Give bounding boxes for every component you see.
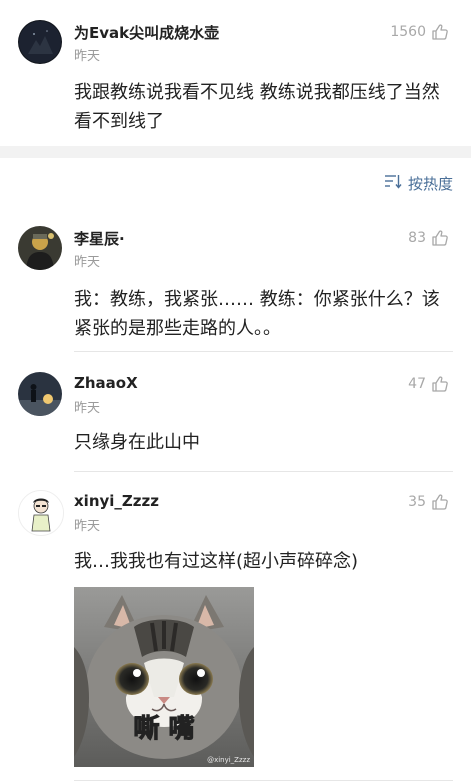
- image-caption: 嘶 嘴: [133, 714, 194, 744]
- comment-like-button[interactable]: 47: [408, 373, 449, 395]
- post-like-button[interactable]: 1560: [390, 21, 449, 43]
- comment-avatar[interactable]: [18, 226, 62, 270]
- post-username[interactable]: 为Evak尖叫成烧水壶: [74, 22, 219, 43]
- comment-like-count: 83: [408, 230, 426, 246]
- sort-label: 按热度: [407, 174, 453, 193]
- comment-content: 我…我我也有过这样(超小声碎碎念): [74, 551, 359, 572]
- comment-like-button[interactable]: 83: [408, 227, 449, 249]
- post-content: 我跟教练说我看不见线 教练说我都压线了当然看不到线了: [74, 82, 440, 132]
- comment-divider: [74, 780, 453, 781]
- comment-username[interactable]: xinyi_Zzzz: [74, 492, 159, 510]
- comment-avatar[interactable]: [18, 490, 64, 536]
- top-post: 为Evak尖叫成烧水壶 昨天 1560 我跟教练说我看不见线 教练说我都压线了当…: [0, 0, 471, 146]
- thumbs-up-icon: [431, 229, 449, 247]
- thumbs-up-icon: [431, 493, 449, 511]
- post-like-count: 1560: [390, 24, 426, 40]
- comment-divider: [74, 351, 453, 352]
- comment-content: 只缘身在此山中: [74, 432, 200, 453]
- comment-divider: [74, 471, 453, 472]
- post-avatar[interactable]: [18, 20, 62, 64]
- sort-lines-icon: [384, 173, 402, 193]
- comment-image-cat[interactable]: 嘶 嘴 @xinyi_Zzzz: [74, 587, 254, 767]
- comment-time: 昨天: [74, 255, 101, 270]
- section-separator: [0, 146, 471, 158]
- image-watermark: @xinyi_Zzzz: [207, 756, 250, 764]
- comment-avatar[interactable]: [18, 372, 62, 416]
- thumbs-up-icon: [431, 23, 449, 41]
- comment-time: 昨天: [74, 401, 101, 416]
- comment-like-button[interactable]: 35: [408, 491, 449, 513]
- comment-like-count: 47: [408, 376, 426, 392]
- sort-by-hot-button[interactable]: 按热度: [384, 170, 453, 196]
- thumbs-up-icon: [431, 375, 449, 393]
- comment-username[interactable]: ZhaaoX: [74, 374, 138, 392]
- comment-content: 我：教练，我紧张…… 教练：你紧张什么？该紧张的是那些走路的人。。: [74, 289, 440, 339]
- comment-time: 昨天: [74, 519, 101, 534]
- post-time: 昨天: [74, 49, 101, 64]
- comment-username[interactable]: 李星辰·: [74, 228, 125, 249]
- comment-like-count: 35: [408, 494, 426, 510]
